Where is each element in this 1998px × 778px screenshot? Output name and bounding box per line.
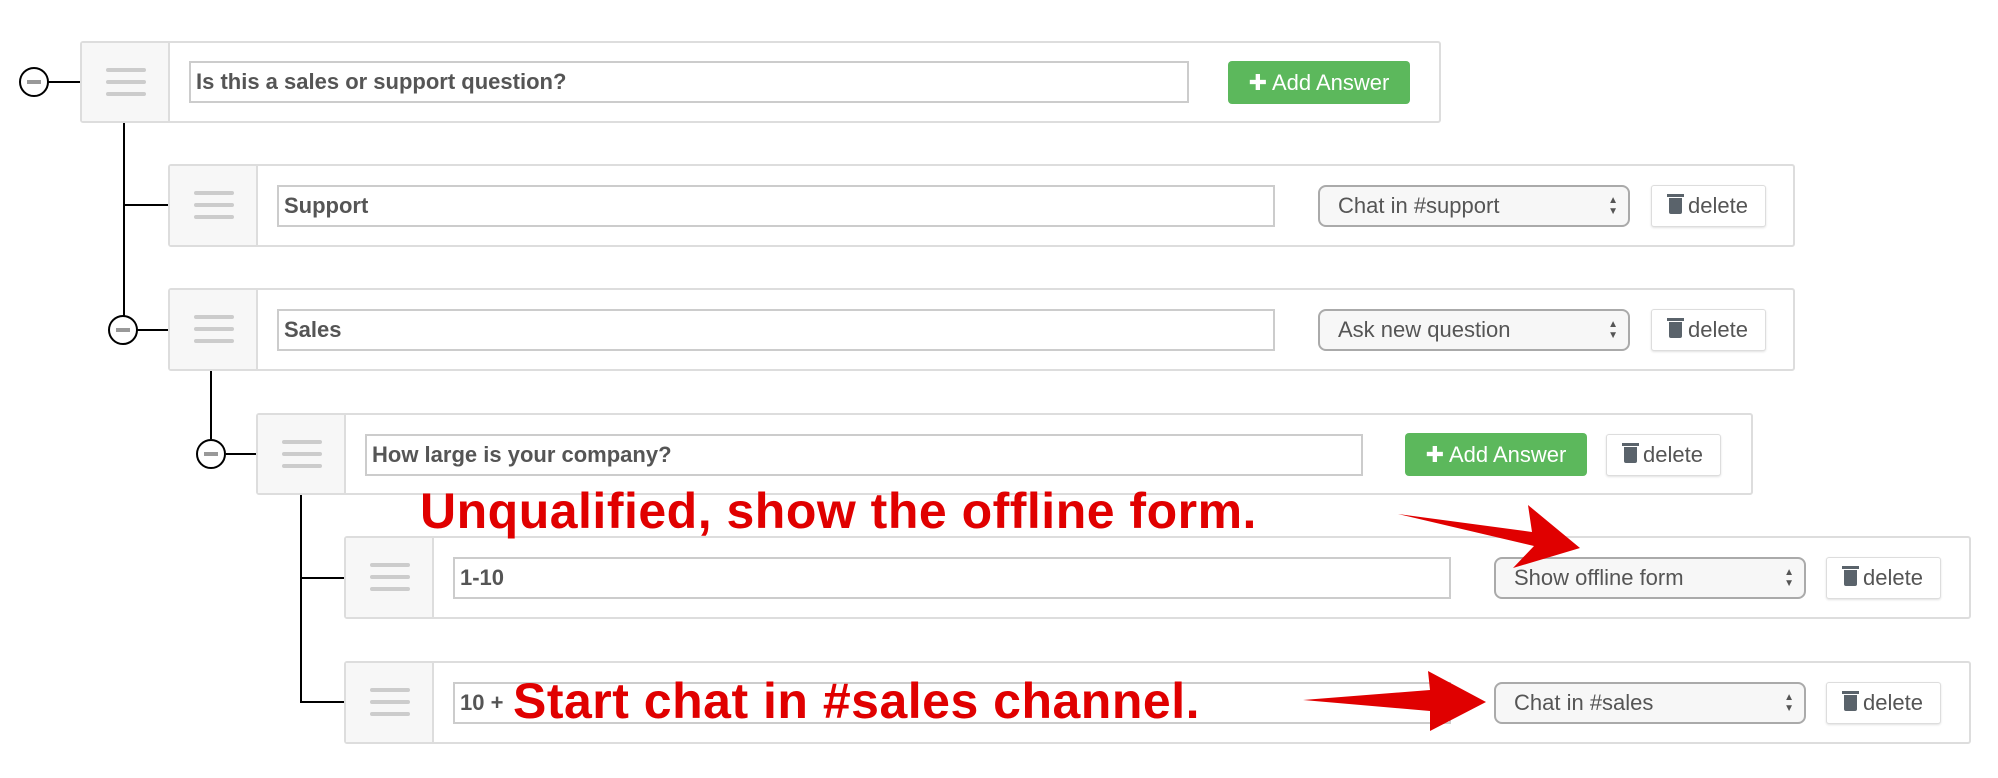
answer-row: Support Chat in #support ▲ ▼ delete: [168, 164, 1795, 247]
button-label: Add Answer: [1448, 442, 1567, 467]
tree-line: [300, 701, 344, 703]
button-label: Add Answer: [1271, 70, 1390, 95]
select-arrows-icon: ▲ ▼: [1784, 692, 1794, 714]
delete-button[interactable]: delete: [1651, 309, 1766, 351]
select-value: Ask new question: [1338, 317, 1511, 342]
button-label: delete: [1863, 565, 1923, 590]
answer-input[interactable]: Support: [277, 185, 1275, 227]
delete-button[interactable]: delete: [1826, 682, 1941, 724]
select-value: Chat in #support: [1338, 193, 1500, 218]
action-select[interactable]: Chat in #sales ▲ ▼: [1494, 682, 1806, 724]
add-answer-button[interactable]: ✚ Add Answer: [1405, 433, 1587, 476]
tree-line: [123, 204, 168, 206]
action-select[interactable]: Ask new question ▲ ▼: [1318, 309, 1630, 351]
collapse-icon[interactable]: [196, 439, 226, 469]
drag-handle[interactable]: [258, 415, 346, 493]
button-label: delete: [1863, 690, 1923, 715]
question-row: Is this a sales or support question? ✚ A…: [80, 41, 1441, 123]
annotation-start-chat: Start chat in #sales channel.: [513, 673, 1200, 729]
question-input[interactable]: Is this a sales or support question?: [189, 61, 1189, 103]
select-value: Show offline form: [1514, 565, 1684, 590]
answer-row: Sales Ask new question ▲ ▼ delete: [168, 288, 1795, 371]
select-arrows-icon: ▲ ▼: [1608, 319, 1618, 341]
add-answer-button[interactable]: ✚ Add Answer: [1228, 61, 1410, 104]
delete-button[interactable]: delete: [1606, 434, 1721, 476]
drag-handle[interactable]: [346, 538, 434, 617]
collapse-icon[interactable]: [108, 315, 138, 345]
select-value: Chat in #sales: [1514, 690, 1654, 715]
trash-icon: [1667, 318, 1685, 338]
button-label: delete: [1643, 442, 1703, 467]
select-arrows-icon: ▲ ▼: [1784, 567, 1794, 589]
tree-line: [300, 494, 302, 702]
tree-line: [123, 122, 125, 316]
trash-icon: [1667, 194, 1685, 214]
collapse-icon[interactable]: [19, 67, 49, 97]
tree-line: [137, 329, 168, 331]
delete-button[interactable]: delete: [1826, 557, 1941, 599]
annotation-unqualified: Unqualified, show the offline form.: [420, 483, 1257, 539]
trash-icon: [1622, 443, 1640, 463]
answer-input[interactable]: 1-10: [453, 557, 1451, 599]
answer-row: 1-10 Show offline form ▲ ▼ delete: [344, 536, 1971, 619]
action-select[interactable]: Show offline form ▲ ▼: [1494, 557, 1806, 599]
question-input[interactable]: How large is your company?: [365, 434, 1363, 476]
delete-button[interactable]: delete: [1651, 185, 1766, 227]
trash-icon: [1842, 566, 1860, 586]
drag-handle[interactable]: [82, 43, 170, 121]
drag-handle[interactable]: [170, 166, 258, 245]
tree-line: [48, 81, 80, 83]
tree-line: [210, 371, 212, 439]
button-label: delete: [1688, 193, 1748, 218]
plus-icon: ✚: [1425, 442, 1449, 467]
plus-icon: ✚: [1248, 70, 1272, 95]
tree-line: [226, 453, 256, 455]
tree-line: [300, 577, 344, 579]
drag-handle[interactable]: [346, 663, 434, 742]
trash-icon: [1842, 691, 1860, 711]
action-select[interactable]: Chat in #support ▲ ▼: [1318, 185, 1630, 227]
answer-input[interactable]: Sales: [277, 309, 1275, 351]
button-label: delete: [1688, 317, 1748, 342]
select-arrows-icon: ▲ ▼: [1608, 195, 1618, 217]
drag-handle[interactable]: [170, 290, 258, 369]
